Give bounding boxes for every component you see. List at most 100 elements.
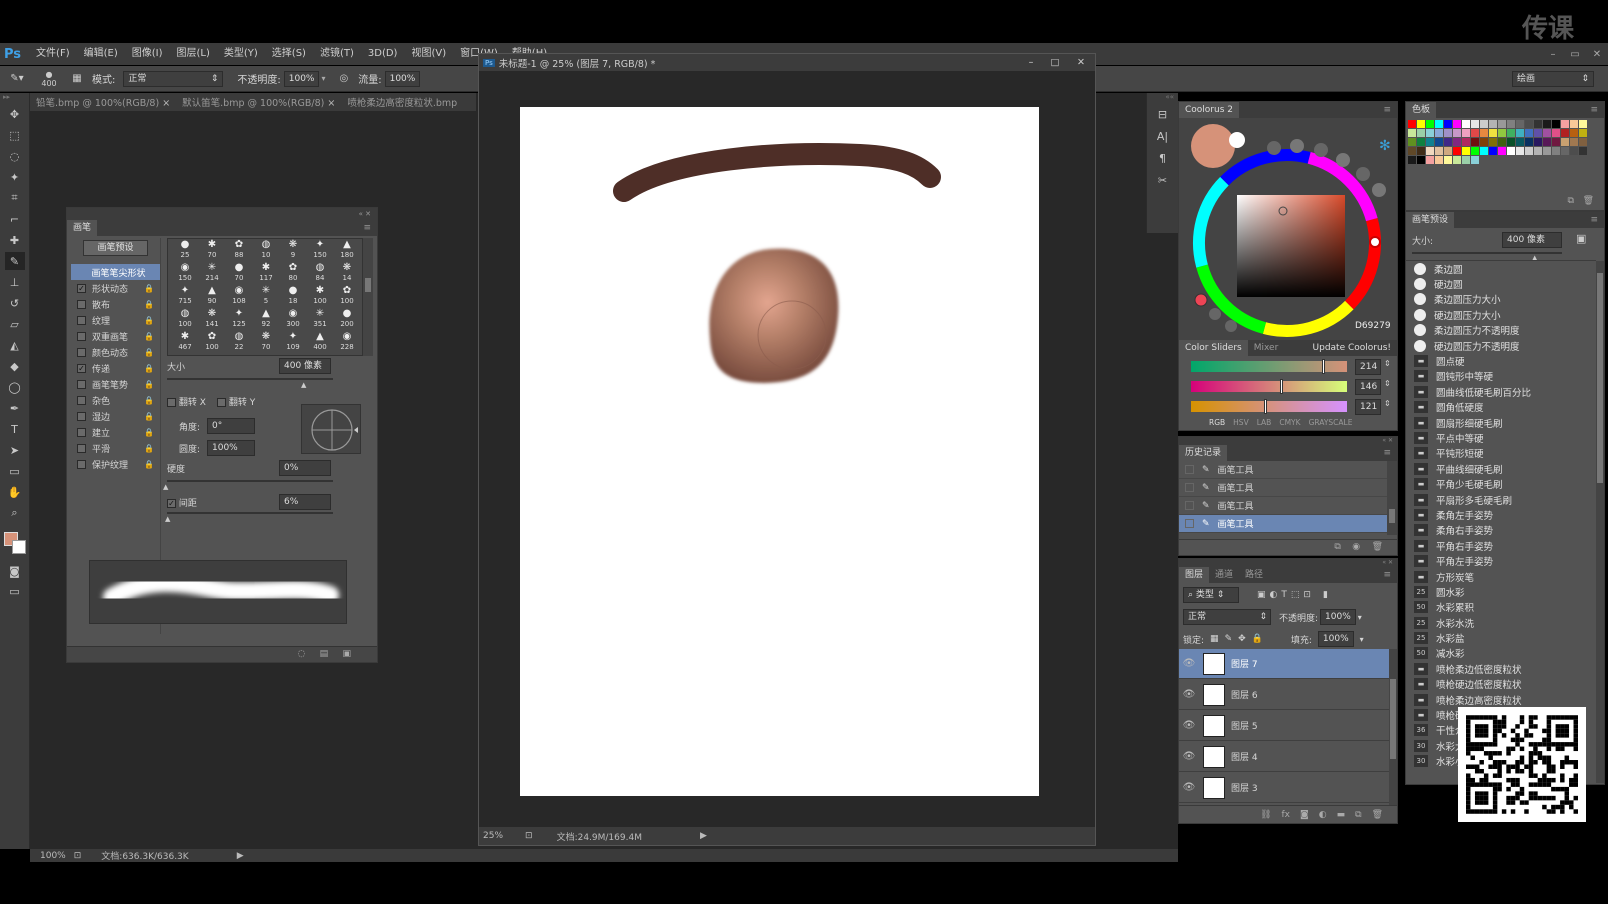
color-swatch[interactable]: [1408, 120, 1416, 128]
color-swatch[interactable]: [1543, 120, 1551, 128]
brush-tip[interactable]: ● 25: [172, 239, 198, 261]
brush-category[interactable]: 双重画笔 🔒: [71, 328, 160, 344]
paint-bucket-icon[interactable]: ◭: [5, 336, 25, 354]
brush-category[interactable]: ✓ 形状动态 🔒: [71, 280, 160, 296]
brush-preset[interactable]: 25 圆水彩: [1406, 584, 1594, 599]
new-swatch-icon[interactable]: ⧉: [1568, 196, 1574, 206]
slider-track[interactable]: [1191, 399, 1347, 414]
visibility-eye-icon[interactable]: 👁: [1179, 658, 1199, 669]
history-state[interactable]: ✎ 画笔工具: [1179, 461, 1387, 479]
color-swatch[interactable]: [1552, 147, 1560, 155]
color-swatch[interactable]: [1444, 129, 1452, 137]
brush-preset[interactable]: 柔边圆: [1406, 261, 1594, 276]
brush-presets-menu-icon[interactable]: ≡: [1584, 212, 1604, 228]
color-swatch[interactable]: [1570, 120, 1578, 128]
filter-shape-icon[interactable]: ⬚: [1291, 590, 1300, 600]
flip-y-checkbox[interactable]: 翻转 Y: [217, 395, 255, 408]
color-swatch[interactable]: [1462, 138, 1470, 146]
brush-tip[interactable]: ✿ 80: [280, 262, 306, 284]
lock-icon[interactable]: 🔒: [144, 364, 154, 373]
brush-tip[interactable]: ❋ 70: [253, 331, 279, 353]
color-slider[interactable]: 214 ⇕: [1185, 358, 1395, 375]
brush-category[interactable]: 画笔笔尖形状: [71, 264, 160, 280]
category-checkbox[interactable]: [77, 427, 86, 437]
color-mode-tab[interactable]: HSV: [1233, 418, 1249, 427]
menu-item[interactable]: 视图(V): [404, 44, 453, 64]
delete-layer-icon[interactable]: 🗑: [1372, 810, 1383, 820]
doc-info-arrow-icon[interactable]: ▶: [700, 831, 707, 841]
coolorus-menu-icon[interactable]: ≡: [1377, 102, 1397, 118]
color-swatch[interactable]: [1426, 138, 1434, 146]
color-swatch[interactable]: [1498, 120, 1506, 128]
new-doc-from-state-icon[interactable]: ⧉: [1334, 542, 1340, 552]
angle-field[interactable]: 0°: [207, 418, 255, 434]
category-checkbox[interactable]: [77, 459, 86, 469]
color-swatch[interactable]: [1561, 147, 1569, 155]
preset-size-slider[interactable]: ▲: [1412, 252, 1562, 262]
lock-icon[interactable]: 🔒: [144, 428, 154, 437]
color-swatch[interactable]: [1471, 147, 1479, 155]
color-swatch[interactable]: [1534, 129, 1542, 137]
brush-category[interactable]: 湿边 🔒: [71, 408, 160, 424]
eraser-icon[interactable]: ▱: [5, 315, 25, 333]
dock-paragraph-icon[interactable]: ¶: [1153, 149, 1173, 167]
brush-tip[interactable]: ✿ 100: [334, 285, 360, 307]
slider-value[interactable]: 121: [1355, 399, 1381, 415]
brush-preset[interactable]: ▬ 柔角左手姿势: [1406, 507, 1594, 522]
color-slider[interactable]: 146 ⇕: [1185, 378, 1395, 395]
layer-opacity-field[interactable]: 100%: [1320, 609, 1356, 625]
mode-select[interactable]: 正常 ⇕: [123, 70, 224, 87]
layer-name[interactable]: 图层 3: [1231, 781, 1258, 794]
brush-preset[interactable]: ▬ 喷枪硬边低密度粒状: [1406, 677, 1594, 692]
color-swatch[interactable]: [1543, 138, 1551, 146]
brush-preset[interactable]: ▬ 方形炭笔: [1406, 569, 1594, 584]
slider-track[interactable]: [1191, 379, 1347, 394]
opacity-dropdown-icon[interactable]: ▾: [321, 74, 325, 83]
color-swatch[interactable]: [1534, 120, 1542, 128]
brush-panel-toggle-icon[interactable]: ▦: [64, 73, 90, 84]
screen-mode-icon[interactable]: ▭: [5, 582, 25, 600]
filter-adjust-icon[interactable]: ◐: [1270, 590, 1278, 600]
coolorus-tab[interactable]: Color Sliders: [1179, 340, 1248, 356]
spacing-slider[interactable]: ▲: [165, 512, 333, 523]
layer-row[interactable]: 👁 图层 3: [1179, 773, 1391, 803]
layer-row[interactable]: 👁 图层 6: [1179, 680, 1391, 710]
brush-tip[interactable]: ✿ 100: [199, 331, 225, 353]
roundness-field[interactable]: 100%: [207, 440, 255, 456]
color-swatch[interactable]: [1561, 120, 1569, 128]
brush-tip[interactable]: ❋ 141: [199, 308, 225, 330]
color-swatch[interactable]: [1498, 138, 1506, 146]
layer-name[interactable]: 图层 4: [1231, 750, 1258, 763]
color-swatch[interactable]: [1570, 129, 1578, 137]
filter-smart-icon[interactable]: ⊡: [1303, 590, 1311, 600]
history-source-checkbox[interactable]: [1185, 501, 1194, 510]
color-swatch[interactable]: [1462, 147, 1470, 155]
menu-item[interactable]: 图像(I): [125, 44, 170, 64]
doc-tab[interactable]: 喷枪柔边高密度粒状.bmp: [341, 95, 463, 109]
dock-adjust-icon[interactable]: ⊟: [1153, 105, 1173, 123]
color-swatch[interactable]: [1453, 156, 1461, 164]
brush-tip[interactable]: ◍ 84: [307, 262, 333, 284]
delete-state-icon[interactable]: 🗑: [1372, 542, 1383, 552]
color-swatch[interactable]: [1525, 129, 1533, 137]
brush-category[interactable]: 画笔笔势 🔒: [71, 376, 160, 392]
brush-tip[interactable]: ✳ 351: [307, 308, 333, 330]
brush-preset[interactable]: ▬ 圆曲线低硬毛刷百分比: [1406, 384, 1594, 399]
color-swatch[interactable]: [1435, 120, 1443, 128]
brush-tip[interactable]: ▲ 90: [199, 285, 225, 307]
color-swatch[interactable]: [1462, 120, 1470, 128]
brush-preset[interactable]: 柔边圆压力大小: [1406, 292, 1594, 307]
color-swatch[interactable]: [1444, 138, 1452, 146]
lock-all-icon[interactable]: 🔒: [1252, 634, 1263, 644]
category-checkbox[interactable]: [77, 331, 86, 341]
color-swatch[interactable]: [1408, 138, 1416, 146]
color-swatch[interactable]: [1489, 129, 1497, 137]
slider-handle[interactable]: [1279, 379, 1283, 394]
color-swatch[interactable]: [1408, 129, 1416, 137]
angle-roundness-widget[interactable]: [301, 404, 361, 454]
type-tool-icon[interactable]: T: [5, 420, 25, 438]
lock-icon[interactable]: 🔒: [144, 380, 154, 389]
brush-tip[interactable]: ✦ 109: [280, 331, 306, 353]
menu-item[interactable]: 3D(D): [361, 44, 405, 64]
color-swatch[interactable]: [1471, 138, 1479, 146]
